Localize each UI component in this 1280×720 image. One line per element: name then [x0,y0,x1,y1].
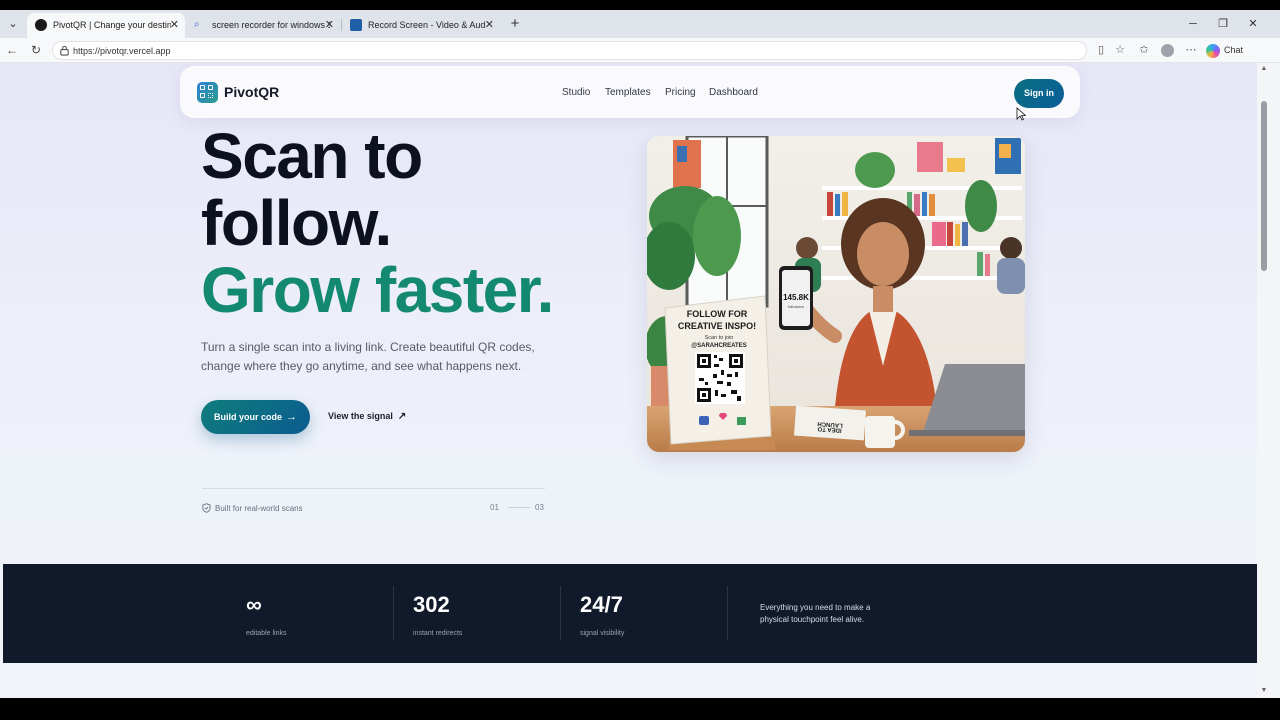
cta-label: Build your code [214,412,283,422]
view-the-signal-link[interactable]: View the signal ↗ [328,411,406,422]
page-scrollbar[interactable]: ▲ ▼ [1257,63,1280,698]
browser-window: ⌄ PivotQR | Change your destination ✕ ⌕ … [0,10,1280,698]
tab-title: screen recorder for windows 10 - [212,20,330,30]
qr-logo-icon[interactable] [197,82,218,103]
favorites-icon[interactable]: ✩ [1136,42,1152,58]
close-tab-icon[interactable]: ✕ [485,13,494,38]
scroll-down-icon[interactable]: ▼ [1258,687,1270,694]
stat-value-redirects: 302 [413,592,450,617]
stat-value-visibility: 24/7 [580,592,623,617]
arrow-right-icon: → [286,411,297,423]
profile-avatar-icon[interactable] [1159,42,1175,58]
tab-actions-menu-icon[interactable]: ⌄ [4,15,22,33]
reading-view-icon[interactable]: ▯ [1093,42,1109,58]
phone-follower-label: followers [788,304,804,309]
slide-counter-end: 03 [535,503,544,512]
hero-headline-line-1: Scan to [201,120,423,192]
copilot-icon [1206,43,1220,58]
new-tab-icon[interactable]: + [507,15,523,33]
shield-check-icon [202,503,211,513]
slide-counter-start: 01 [490,503,499,512]
hero-photo-illustration: 145.8K followers IDEA TO LAUNCH FOLLOW F… [647,136,1025,452]
scrollbar-thumb[interactable] [1261,101,1267,271]
tab-record-screen[interactable]: Record Screen - Video & Audio Re ✕ [342,13,500,38]
tab-strip: ⌄ PivotQR | Change your destination ✕ ⌕ … [0,10,1280,38]
qr-code-icon [695,352,745,404]
nav-templates[interactable]: Templates [605,87,651,98]
restore-icon[interactable]: ❐ [1210,14,1236,34]
stats-description: Everything you need to make a physical t… [760,603,871,624]
nav-dashboard[interactable]: Dashboard [709,87,758,98]
trust-note: Built for real-world scans [202,503,303,513]
search-favicon-icon: ⌕ [194,19,200,30]
stat-divider [393,586,394,640]
close-tab-icon[interactable]: ✕ [170,13,179,38]
slide-progress-line [508,507,530,508]
stat-value-links: ∞ [246,592,262,617]
hero-subtitle: Turn a single scan into a living link. C… [201,340,535,373]
site-logo-text[interactable]: PivotQR [224,84,279,100]
stat-label-visibility: signal visibility [580,630,625,637]
sign-scan-text: Scan to join [705,335,734,341]
phone-follower-count: 145.8K [783,293,809,302]
nav-pricing[interactable]: Pricing [665,87,696,98]
nav-studio[interactable]: Studio [562,87,590,98]
mouse-cursor-icon [1016,107,1026,121]
trust-text: Built for real-world scans [215,504,303,513]
sign-title-line-2: CREATIVE INSPO! [678,321,756,331]
stat-divider [560,586,561,640]
tab-title: PivotQR | Change your destination [53,20,171,30]
site-info-icon[interactable] [59,45,70,56]
stats-band: ∞ editable links 302 instant redirects 2… [3,564,1257,663]
build-your-code-button[interactable]: Build your code → [201,400,310,434]
favorite-star-icon[interactable]: ☆ [1112,42,1128,58]
sign-handle: @SARAHCREATES [691,343,746,349]
reload-icon[interactable]: ↻ [27,41,45,59]
tab-title: Record Screen - Video & Audio Re [368,20,486,30]
stat-label-links: editable links [246,630,287,637]
tab-search[interactable]: ⌕ screen recorder for windows 10 - ✕ [186,13,340,38]
arrow-up-right-icon: ↗ [397,411,407,422]
cta-secondary-label: View the signal [328,411,393,421]
copilot-chat-button[interactable]: Chat [1206,41,1243,59]
stat-divider [727,586,728,640]
scroll-up-icon[interactable]: ▲ [1258,65,1270,72]
close-tab-icon[interactable]: ✕ [325,13,334,38]
record-favicon-icon [350,19,362,31]
sign-in-button[interactable]: Sign in [1014,79,1064,108]
stat-label-redirects: instant redirects [413,630,463,637]
pivotqr-favicon-icon [35,19,47,31]
url-field[interactable]: https://pivotqr.vercel.app [52,41,1087,60]
close-window-icon[interactable]: ✕ [1240,14,1266,34]
chat-label: Chat [1224,45,1244,55]
hero-headline-line-2: follow. [201,187,392,259]
hero-divider [202,488,545,489]
page-viewport: PivotQR Studio Templates Pricing Dashboa… [0,63,1257,698]
minimize-icon[interactable]: ─ [1180,14,1206,34]
hero-photo: 145.8K followers IDEA TO LAUNCH FOLLOW F… [647,136,1025,452]
hero-headline-accent: Grow faster. [201,254,554,326]
url-text: https://pivotqr.vercel.app [73,46,171,56]
back-icon[interactable]: ← [3,41,21,59]
more-options-icon[interactable]: ⋯ [1183,42,1199,58]
tab-pivotqr[interactable]: PivotQR | Change your destination ✕ [27,13,185,38]
address-bar: ← ↻ https://pivotqr.vercel.app ▯ ☆ ✩ ⋯ C… [0,38,1280,63]
site-header: PivotQR Studio Templates Pricing Dashboa… [180,66,1080,118]
sign-title-line-1: FOLLOW FOR [687,309,748,319]
